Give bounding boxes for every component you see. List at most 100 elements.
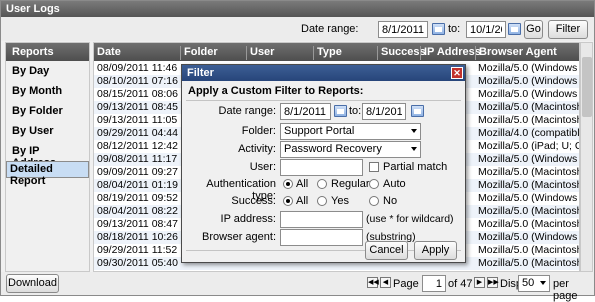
success-no-radio[interactable] [369, 196, 379, 206]
calendar-icon[interactable] [508, 23, 521, 35]
calendar-icon[interactable] [334, 105, 347, 117]
cell-browser-agent: Mozilla/5.0 (Windows NT 6 [478, 153, 579, 165]
page-label: Page [393, 278, 419, 290]
close-icon[interactable]: ✕ [451, 67, 463, 79]
date-to-input[interactable] [466, 21, 506, 38]
cell-browser-agent: Mozilla/5.0 (Macintosh; U; [478, 244, 580, 256]
filter-date-from-input[interactable] [280, 103, 331, 120]
page-count: of 47 [448, 278, 473, 290]
sidebar-item-by-user[interactable]: By User [6, 121, 89, 141]
previous-page-icon[interactable]: ◀ [380, 277, 391, 288]
column-header-type[interactable]: Type [313, 46, 342, 60]
user-input[interactable] [280, 159, 363, 176]
separator [186, 100, 461, 101]
folder-value: Support Portal [284, 125, 355, 137]
filter-dialog-heading: Apply a Custom Filter to Reports: [188, 85, 364, 97]
auth-regular-label: Regular [331, 178, 370, 190]
filter-date-range-label: Date range: [218, 105, 276, 117]
auth-auto-radio[interactable] [369, 179, 379, 189]
chevron-down-icon [411, 147, 417, 151]
column-header-browser-agent[interactable]: Browser Agent [475, 46, 557, 60]
filter-dialog-title: Filter [182, 65, 465, 81]
cell-date: 08/09/2011 11:46 AM [97, 62, 179, 74]
column-header-date[interactable]: Date [94, 46, 121, 60]
cell-browser-agent: Mozilla/5.0 (Macintosh; U; [478, 179, 580, 191]
go-button[interactable]: Go [524, 20, 543, 39]
cell-date: 09/13/2011 08:45 AM [97, 101, 179, 113]
reports-sidebar: Reports By Day By Month By Folder By Use… [5, 42, 90, 272]
filter-date-to-input[interactable] [362, 103, 406, 120]
activity-value: Password Recovery [284, 143, 382, 155]
date-range-label: Date range: [301, 23, 359, 35]
cell-date: 08/10/2011 07:16 AM [97, 75, 179, 87]
auth-all-label: All [296, 178, 309, 190]
cell-date: 08/15/2011 08:06 AM [97, 88, 179, 100]
cell-browser-agent: Mozilla/5.0 (Macintosh; Int [478, 218, 580, 230]
cell-browser-agent: Mozilla/5.0 (Macintosh; U; [478, 114, 580, 126]
cell-browser-agent: Mozilla/5.0 (Windows NT 6 [478, 192, 579, 204]
cell-browser-agent: Mozilla/5.0 (Macintosh; Int [478, 257, 580, 269]
column-header-ip-address[interactable]: IP Address [420, 46, 481, 60]
cell-date: 08/12/2011 12:42 AM [97, 140, 179, 152]
cell-date: 09/29/2011 11:52 AM [97, 244, 179, 256]
browser-agent-input[interactable] [280, 229, 363, 246]
filter-to-label: to: [349, 105, 362, 117]
first-page-icon[interactable]: ◀◀ [367, 277, 379, 288]
user-label: User: [249, 161, 276, 173]
success-all-label: All [296, 195, 309, 207]
calendar-icon[interactable] [411, 105, 424, 117]
success-all-radio[interactable] [283, 196, 293, 206]
activity-label: Activity: [238, 143, 276, 155]
column-header-success[interactable]: Success [377, 46, 426, 60]
per-page-select[interactable]: 50 [518, 275, 550, 292]
cell-browser-agent: Mozilla/4.0 (compatible; M [478, 127, 580, 139]
to-label: to: [448, 23, 461, 35]
cancel-button[interactable]: Cancel [365, 241, 408, 260]
auth-auto-label: Auto [383, 178, 406, 190]
auth-regular-radio[interactable] [317, 179, 327, 189]
column-header-folder[interactable]: Folder [180, 46, 218, 60]
folder-select[interactable]: Support Portal [280, 123, 421, 140]
download-button[interactable]: Download [6, 274, 59, 293]
sidebar-item-by-month[interactable]: By Month [6, 81, 89, 101]
auth-all-radio[interactable] [283, 179, 293, 189]
page-number-input[interactable] [422, 275, 446, 292]
next-page-icon[interactable]: ▶ [474, 277, 485, 288]
cell-date: 08/19/2011 09:52 AM [97, 192, 179, 204]
vertical-scrollbar[interactable] [580, 42, 593, 272]
chevron-down-icon [411, 129, 417, 133]
sidebar-item-by-ip-address[interactable]: By IP Address [6, 141, 89, 169]
date-from-input[interactable] [378, 21, 428, 38]
column-header-user[interactable]: User [246, 46, 274, 60]
activity-select[interactable]: Password Recovery [280, 141, 421, 158]
cell-date: 09/09/2011 09:27 AM [97, 166, 179, 178]
last-page-icon[interactable]: ▶▶ [487, 277, 499, 288]
filter-button[interactable]: Filter [548, 20, 588, 39]
apply-button[interactable]: Apply [414, 241, 457, 260]
partial-match-label: Partial match [383, 161, 448, 173]
cell-date: 09/13/2011 11:05 AM [97, 114, 179, 126]
cell-browser-agent: Mozilla/5.0 (Macintosh; Int [478, 166, 580, 178]
success-no-label: No [383, 195, 398, 207]
cell-date: 08/18/2011 10:26 AM [97, 231, 179, 243]
per-page-value: 50 [522, 277, 535, 289]
sidebar-item-by-day[interactable]: By Day [6, 61, 89, 81]
calendar-icon[interactable] [432, 23, 445, 35]
scroll-thumb[interactable] [582, 57, 592, 117]
sidebar-item-detailed-report[interactable]: Detailed Report [6, 161, 89, 187]
cell-date: 08/04/2011 08:22 PM [97, 205, 179, 217]
table-header: Date Folder User Type Success IP Address… [94, 43, 579, 61]
per-page-label: per page [553, 278, 578, 302]
partial-match-checkbox[interactable] [369, 162, 379, 172]
cell-browser-agent: Mozilla/5.0 (Macintosh; Int [478, 205, 580, 217]
sidebar-item-by-folder[interactable]: By Folder [6, 101, 89, 121]
cell-browser-agent: Mozilla/5.0 (Windows NT 6 [478, 75, 579, 87]
ip-address-input[interactable] [280, 211, 363, 228]
ip-address-hint: (use * for wildcard) [366, 213, 454, 225]
filter-dialog: Filter ✕ Apply a Custom Filter to Report… [181, 64, 466, 263]
cell-browser-agent: Mozilla/5.0 (Windows NT 6 [478, 62, 579, 74]
success-yes-radio[interactable] [317, 196, 327, 206]
cell-date: 08/04/2011 01:19 PM [97, 179, 179, 191]
chevron-down-icon [540, 281, 546, 285]
cell-date: 09/13/2011 08:47 AM [97, 218, 179, 230]
